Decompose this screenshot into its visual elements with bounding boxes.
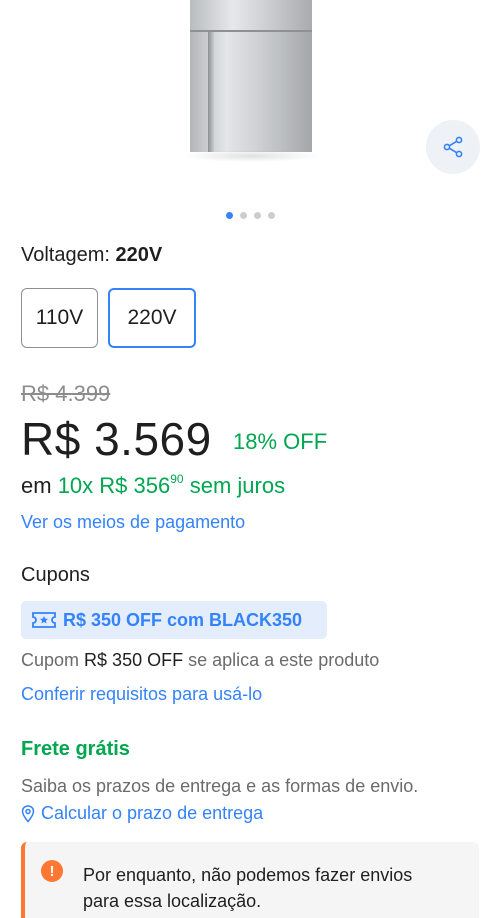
- gallery-pagination: [0, 212, 500, 224]
- gallery-dot-1[interactable]: [225, 212, 233, 219]
- original-price: R$ 4.399: [21, 381, 111, 406]
- calculate-delivery-label: Calcular o prazo de entrega: [41, 803, 264, 823]
- alert-message: Por enquanto, não podemos fazer envios p…: [83, 865, 413, 911]
- gallery-dot-2[interactable]: [239, 212, 247, 219]
- installment-value: R$ 356: [99, 473, 171, 498]
- payment-methods-link[interactable]: Ver os meios de pagamento: [21, 512, 245, 533]
- fridge-handle: [208, 32, 214, 152]
- voltage-option-220v[interactable]: 220V: [108, 288, 196, 348]
- coupon-info-prefix: Cupom: [21, 650, 80, 670]
- shipping-description: Saiba os prazos de entrega e as formas d…: [21, 776, 419, 796]
- fridge-shadow: [182, 150, 320, 162]
- coupon-requirements-link[interactable]: Conferir requisitos para usá-lo: [21, 684, 262, 705]
- share-icon: [443, 136, 463, 158]
- calculate-delivery-link[interactable]: Calcular o prazo de entrega: [21, 803, 263, 824]
- voltage-label-text: Voltagem:: [21, 244, 110, 266]
- coupon-info-suffix: se aplica a este produto: [188, 650, 380, 670]
- share-button[interactable]: [426, 120, 480, 174]
- installments-suffix: sem juros: [189, 473, 286, 498]
- product-image[interactable]: [182, 0, 320, 162]
- product-gallery[interactable]: [0, 0, 500, 232]
- coupon-info-amount: R$ 350 OFF: [84, 650, 184, 670]
- coupon-badge[interactable]: R$ 350 OFF com BLACK350: [21, 601, 327, 639]
- gallery-dot-3[interactable]: [253, 212, 261, 219]
- gallery-dot-4[interactable]: [267, 212, 275, 219]
- discount-badge: 18% OFF: [233, 429, 328, 454]
- fridge-bottom-door: [190, 32, 312, 152]
- voltage-selected-value: 220V: [115, 244, 163, 266]
- coupons-title: Cupons: [21, 564, 90, 586]
- installment-cents: 90: [170, 471, 184, 486]
- installments-prefix: em: [21, 473, 52, 498]
- installments-info: em 10x R$ 35690 sem juros: [21, 471, 286, 499]
- free-shipping-title: Frete grátis: [21, 738, 130, 760]
- voltage-option-110v[interactable]: 110V: [21, 288, 98, 348]
- location-pin-icon: [21, 804, 35, 823]
- shipping-alert: ! Por enquanto, não podemos fazer envios…: [21, 842, 479, 918]
- coupon-badge-label: R$ 350 OFF com BLACK350: [63, 609, 303, 630]
- coupon-info: Cupom R$ 350 OFF se aplica a este produt…: [21, 650, 379, 671]
- warning-icon: !: [41, 860, 63, 882]
- voltage-label: Voltagem: 220V: [21, 244, 162, 267]
- coupon-ticket-icon: [32, 612, 56, 628]
- installments-count: 10x: [57, 473, 94, 498]
- current-price: R$ 3.569: [21, 413, 212, 465]
- fridge-top-door: [190, 0, 312, 32]
